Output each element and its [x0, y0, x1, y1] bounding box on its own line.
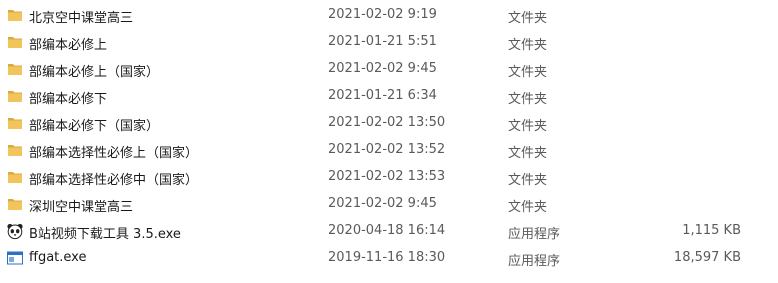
file-name: 深圳空中课堂高三 [29, 200, 134, 215]
window-app-icon [6, 249, 24, 267]
file-date: 2021-01-21 5:51 [328, 34, 437, 49]
folder-icon [6, 33, 24, 51]
folder-icon [6, 195, 24, 213]
folder-icon [6, 168, 24, 186]
file-name: 部编本必修上 [29, 38, 108, 53]
file-type: 文件夹 [508, 92, 548, 107]
file-date: 2021-02-02 13:52 [328, 142, 446, 157]
file-name: 部编本必修上（国家） [29, 65, 160, 80]
file-date: 2021-02-02 9:19 [328, 7, 437, 22]
folder-icon [6, 87, 24, 105]
file-type: 应用程序 [508, 254, 561, 269]
file-list: 北京空中课堂高三 2021-02-02 9:19 文件夹 部编本必修上 2021… [0, 0, 778, 283]
folder-icon [6, 141, 24, 159]
list-item[interactable]: ffgat.exe 2019-11-16 18:30 应用程序 18,597 K… [0, 245, 778, 272]
file-date: 2021-01-21 6:34 [328, 88, 437, 103]
file-name: 部编本选择性必修中（国家） [29, 173, 199, 188]
file-date: 2021-02-02 9:45 [328, 61, 437, 76]
list-item[interactable]: 部编本必修上 2021-01-21 5:51 文件夹 [0, 29, 778, 56]
list-item[interactable]: 部编本选择性必修中（国家） 2021-02-02 13:53 文件夹 [0, 164, 778, 191]
file-date: 2021-02-02 13:53 [328, 169, 446, 184]
file-type: 文件夹 [508, 200, 548, 215]
file-name: ffgat.exe [29, 250, 87, 265]
list-item[interactable]: 部编本必修上（国家） 2021-02-02 9:45 文件夹 [0, 56, 778, 83]
panda-app-icon [6, 222, 24, 240]
file-name: 北京空中课堂高三 [29, 11, 134, 26]
file-size: 1,115 KB [682, 223, 741, 238]
file-size: 18,597 KB [673, 250, 741, 265]
list-item[interactable]: 北京空中课堂高三 2021-02-02 9:19 文件夹 [0, 2, 778, 29]
list-item[interactable]: 部编本必修下（国家） 2021-02-02 13:50 文件夹 [0, 110, 778, 137]
file-type: 文件夹 [508, 11, 548, 26]
file-date: 2021-02-02 9:45 [328, 196, 437, 211]
list-item[interactable]: B站视频下载工具 3.5.exe 2020-04-18 16:14 应用程序 1… [0, 218, 778, 245]
file-name: 部编本选择性必修上（国家） [29, 146, 199, 161]
file-type: 应用程序 [508, 227, 561, 242]
file-type: 文件夹 [508, 65, 548, 80]
file-date: 2020-04-18 16:14 [328, 223, 446, 238]
folder-icon [6, 6, 24, 24]
folder-icon [6, 60, 24, 78]
file-type: 文件夹 [508, 173, 548, 188]
file-type: 文件夹 [508, 38, 548, 53]
file-name: 部编本必修下（国家） [29, 119, 160, 134]
folder-icon [6, 114, 24, 132]
file-name: B站视频下载工具 3.5.exe [29, 227, 181, 242]
list-item[interactable]: 深圳空中课堂高三 2021-02-02 9:45 文件夹 [0, 191, 778, 218]
file-type: 文件夹 [508, 146, 548, 161]
list-item[interactable]: 部编本必修下 2021-01-21 6:34 文件夹 [0, 83, 778, 110]
list-item[interactable]: 部编本选择性必修上（国家） 2021-02-02 13:52 文件夹 [0, 137, 778, 164]
file-type: 文件夹 [508, 119, 548, 134]
file-date: 2021-02-02 13:50 [328, 115, 446, 130]
file-name: 部编本必修下 [29, 92, 108, 107]
file-date: 2019-11-16 18:30 [328, 250, 446, 265]
